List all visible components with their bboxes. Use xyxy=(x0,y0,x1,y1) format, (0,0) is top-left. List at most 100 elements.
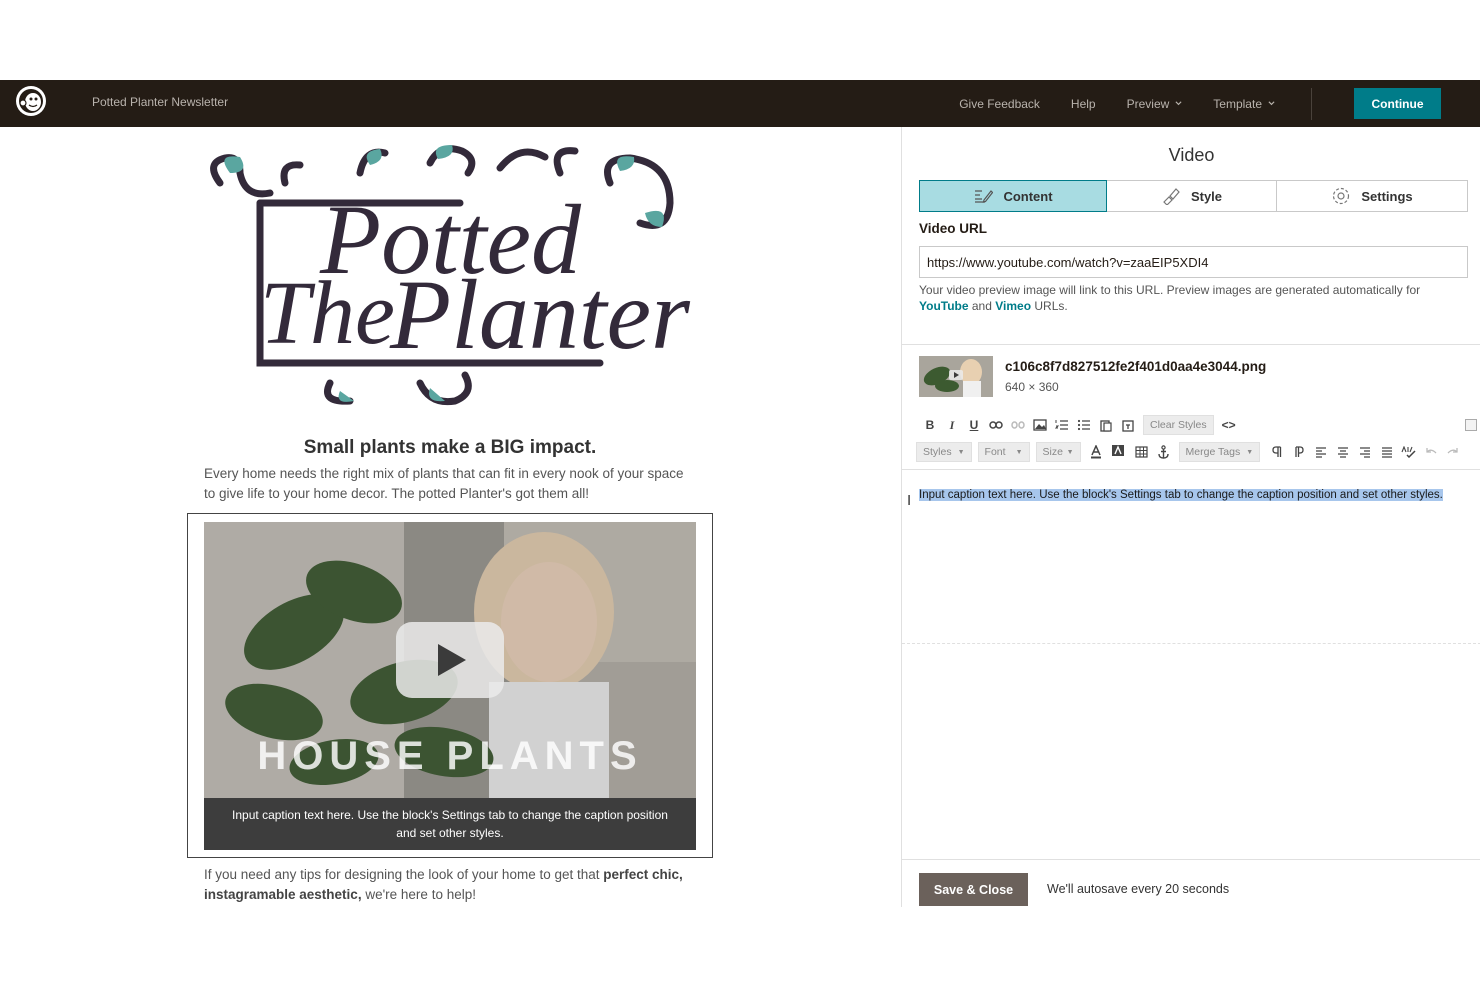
tab-settings[interactable]: Settings xyxy=(1277,180,1468,212)
tab-content[interactable]: Content xyxy=(919,180,1107,212)
paint-brush-icon xyxy=(1163,188,1180,205)
chevron-down-icon xyxy=(1175,101,1182,106)
align-right-icon xyxy=(1360,446,1371,458)
dropdown-arrow-icon: ▼ xyxy=(1066,448,1074,456)
save-and-close-button[interactable]: Save & Close xyxy=(919,873,1028,906)
video-url-input[interactable] xyxy=(919,246,1468,278)
video-url-help: Your video preview image will link to th… xyxy=(919,282,1471,314)
template-dropdown[interactable]: Template xyxy=(1213,97,1275,111)
bold-button[interactable]: B xyxy=(919,415,941,435)
redo-button[interactable] xyxy=(1442,442,1464,462)
align-left-button[interactable] xyxy=(1310,442,1332,462)
text-cursor-icon: I xyxy=(907,492,912,509)
caption-selected-text: Input caption text here. Use the block's… xyxy=(919,489,1443,501)
continue-button[interactable]: Continue xyxy=(1354,88,1441,119)
insert-table-button[interactable] xyxy=(1131,442,1153,462)
help-end: URLs. xyxy=(1031,299,1068,313)
video-url-label: Video URL xyxy=(919,221,988,236)
ltr-button[interactable] xyxy=(1266,442,1288,462)
source-code-button[interactable]: <> xyxy=(1218,415,1240,435)
unlink-icon xyxy=(1011,421,1025,429)
email-preview: Potted The Planter Small plants make a B… xyxy=(0,127,901,907)
anchor-button[interactable] xyxy=(1153,442,1175,462)
app-header: Potted Planter Newsletter Give Feedback … xyxy=(0,80,1480,127)
video-block[interactable]: HOUSE PLANTS Input caption text here. Us… xyxy=(187,513,713,858)
chevron-down-icon xyxy=(1268,101,1275,106)
paste-icon xyxy=(1100,419,1112,432)
preview-image xyxy=(919,356,993,397)
unlink-button[interactable] xyxy=(1007,415,1029,435)
align-center-button[interactable] xyxy=(1332,442,1354,462)
vimeo-link[interactable]: Vimeo xyxy=(995,299,1031,313)
tab-style-label: Style xyxy=(1190,188,1223,204)
panel-title: Video xyxy=(1168,145,1215,165)
section-divider xyxy=(902,344,1480,345)
dropdown-arrow-icon: ▼ xyxy=(1015,448,1023,456)
justify-button[interactable] xyxy=(1376,442,1398,462)
paste-button[interactable] xyxy=(1095,415,1117,435)
paste-text-button[interactable] xyxy=(1117,415,1139,435)
clear-styles-button[interactable]: Clear Styles xyxy=(1143,415,1214,435)
align-center-icon xyxy=(1338,446,1349,458)
paste-text-icon xyxy=(1122,419,1134,432)
text-color-button[interactable] xyxy=(1087,442,1109,462)
text-color-icon xyxy=(1090,445,1101,459)
rtl-button[interactable] xyxy=(1288,442,1310,462)
size-label: Size xyxy=(1042,446,1063,458)
give-feedback-label: Give Feedback xyxy=(959,96,1040,111)
styles-label: Styles xyxy=(923,446,952,458)
align-right-button[interactable] xyxy=(1354,442,1376,462)
font-dropdown[interactable]: Font ▼ xyxy=(977,442,1030,462)
closing-paragraph: If you need any tips for designing the l… xyxy=(204,865,684,905)
give-feedback-link[interactable]: Give Feedback xyxy=(959,97,1040,111)
spellcheck-button[interactable] xyxy=(1398,442,1420,462)
align-left-icon xyxy=(1316,446,1327,458)
tab-style[interactable]: Style xyxy=(1107,180,1277,212)
video-editor-panel: Video Content Style Settings Video URL Y… xyxy=(901,127,1480,907)
closing-text-end: we're here to help! xyxy=(361,887,476,902)
intro-paragraph: Every home needs the right mix of plants… xyxy=(204,466,684,501)
help-link[interactable]: Help xyxy=(1071,97,1096,111)
anchor-icon xyxy=(1158,445,1169,459)
undo-button[interactable] xyxy=(1420,442,1442,462)
campaign-name[interactable]: Potted Planter Newsletter xyxy=(92,95,228,109)
numbered-list-button[interactable] xyxy=(1051,415,1073,435)
editor-tabs: Content Style Settings xyxy=(919,180,1468,212)
styles-dropdown[interactable]: Styles ▼ xyxy=(916,442,972,462)
footer-divider xyxy=(902,859,1480,860)
mailchimp-logo-icon[interactable] xyxy=(14,84,48,118)
background-color-button[interactable] xyxy=(1109,442,1131,462)
caption-editor[interactable]: Input caption text here. Use the block's… xyxy=(919,487,1469,503)
top-navigation: Give Feedback Help Preview Template Cont… xyxy=(959,80,1480,127)
closing-text-start: If you need any tips for designing the l… xyxy=(204,867,604,882)
italic-button[interactable]: I xyxy=(941,415,963,435)
dropdown-arrow-icon: ▼ xyxy=(1246,448,1254,456)
preview-dropdown[interactable]: Preview xyxy=(1127,97,1183,111)
merge-tags-dropdown[interactable]: Merge Tags ▼ xyxy=(1178,442,1261,462)
editor-area-boundary xyxy=(902,643,1480,644)
preview-image-thumbnail[interactable] xyxy=(919,356,993,397)
help-and: and xyxy=(968,299,996,313)
tab-settings-label: Settings xyxy=(1361,188,1413,204)
bullet-list-button[interactable] xyxy=(1073,415,1095,435)
youtube-link[interactable]: YouTube xyxy=(919,299,969,313)
merge-tags-label: Merge Tags xyxy=(1185,446,1241,458)
link-button[interactable] xyxy=(985,415,1007,435)
editor-divider xyxy=(902,469,1480,470)
video-title-overlay: HOUSE PLANTS xyxy=(257,734,642,778)
link-icon xyxy=(989,421,1003,429)
video-thumbnail[interactable]: HOUSE PLANTS xyxy=(204,522,696,798)
bullet-list-icon xyxy=(1077,419,1090,431)
potted-planter-logo-image[interactable]: Potted The Planter xyxy=(200,143,700,409)
underline-button[interactable]: U xyxy=(963,415,985,435)
size-dropdown[interactable]: Size ▼ xyxy=(1035,442,1081,462)
autosave-notice: We'll autosave every 20 seconds xyxy=(1047,882,1230,896)
expand-toolbar-button[interactable] xyxy=(1465,419,1477,431)
gear-icon xyxy=(1333,187,1350,205)
image-dimensions: 640 × 360 xyxy=(1005,380,1059,394)
svg-text:The: The xyxy=(260,264,395,363)
redo-icon xyxy=(1447,448,1458,454)
preview-label: Preview xyxy=(1126,96,1170,111)
svg-text:Planter: Planter xyxy=(389,259,691,370)
insert-image-button[interactable] xyxy=(1029,415,1051,435)
